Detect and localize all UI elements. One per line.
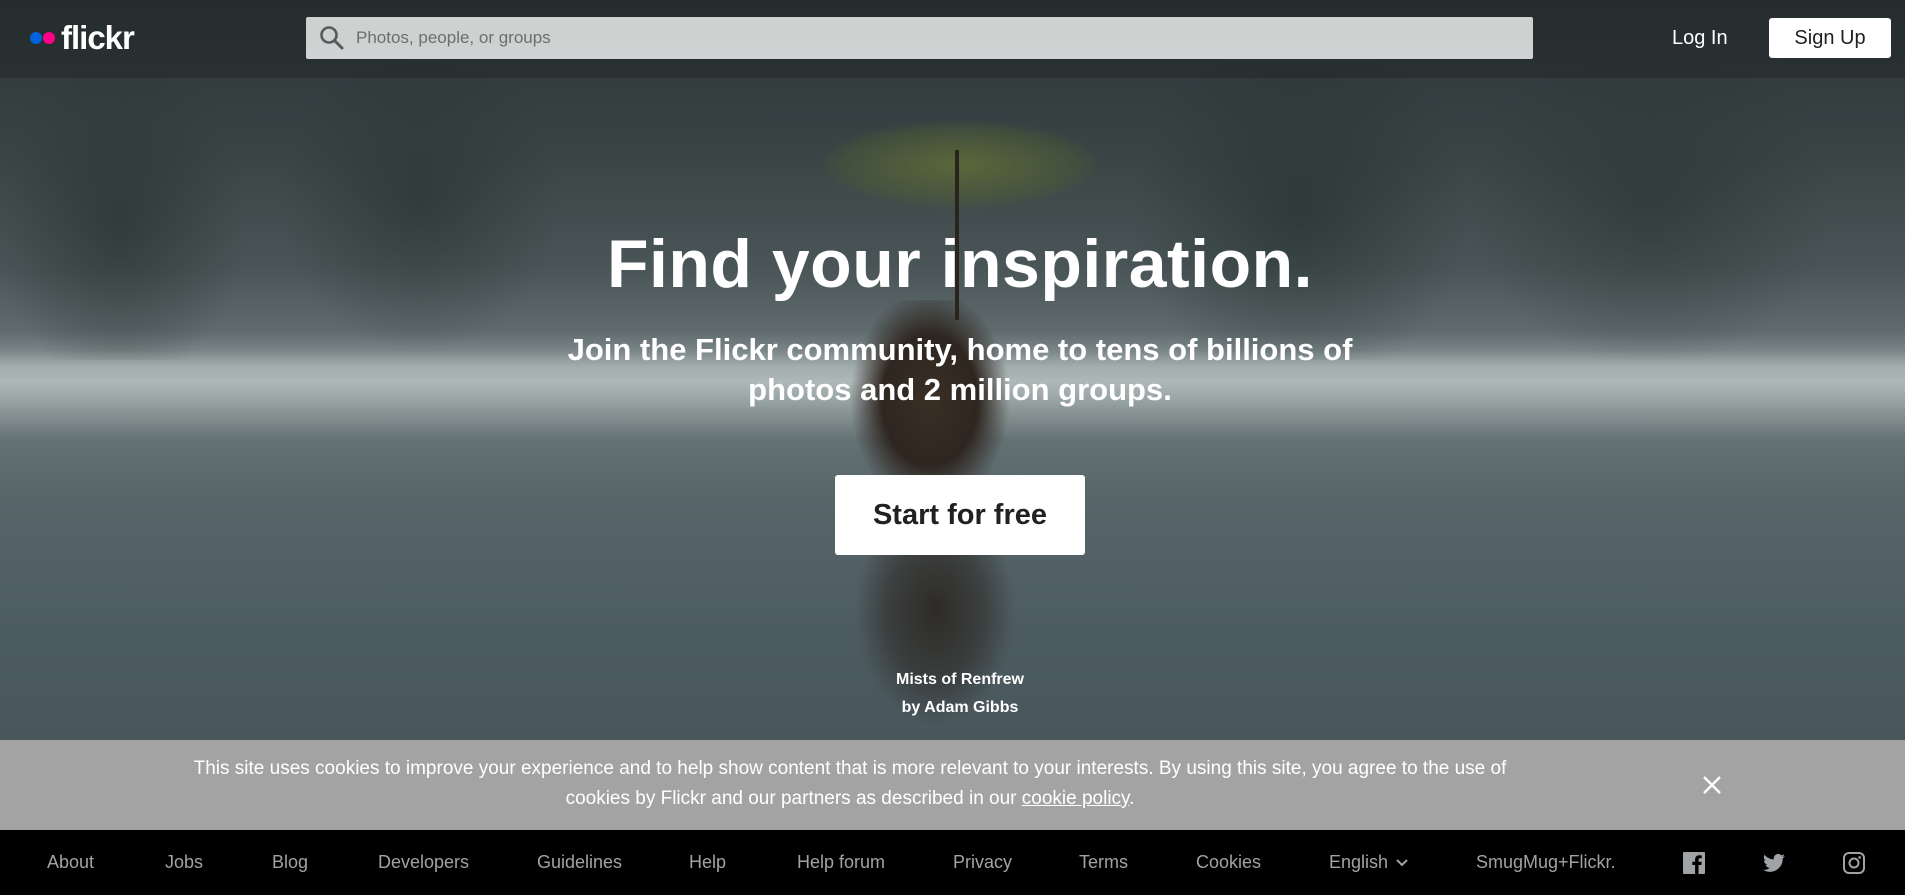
footer-link-developers[interactable]: Developers — [378, 830, 469, 895]
signup-button[interactable]: Sign Up — [1769, 18, 1891, 58]
cookie-policy-link[interactable]: cookie policy — [1022, 788, 1129, 809]
flickr-logo[interactable]: flickr — [30, 18, 135, 58]
chevron-down-icon — [1396, 859, 1408, 867]
cookie-message: This site uses cookies to improve your e… — [190, 754, 1510, 814]
top-nav: flickr Log In Sign Up — [0, 0, 1905, 78]
footer-link-guidelines[interactable]: Guidelines — [537, 830, 622, 895]
close-icon[interactable] — [1700, 773, 1724, 797]
language-label: English — [1329, 852, 1389, 872]
logo-blue-dot — [30, 32, 42, 44]
search-bar[interactable] — [306, 17, 1533, 59]
footer-link-help[interactable]: Help — [689, 830, 726, 895]
footer-link-help-forum[interactable]: Help forum — [797, 830, 885, 895]
footer: About Jobs Blog Developers Guidelines He… — [0, 830, 1905, 895]
cookie-banner: This site uses cookies to improve your e… — [0, 740, 1905, 830]
hero-subtitle: Join the Flickr community, home to tens … — [567, 332, 1353, 407]
cookie-text-end: . — [1129, 788, 1135, 809]
photo-credit[interactable]: Mists of Renfrew by Adam Gibbs — [860, 666, 1060, 722]
language-selector[interactable]: English — [1329, 830, 1409, 895]
footer-link-about[interactable]: About — [47, 830, 94, 895]
footer-link-cookies[interactable]: Cookies — [1196, 830, 1261, 895]
search-input[interactable] — [346, 17, 1533, 59]
footer-link-privacy[interactable]: Privacy — [953, 830, 1012, 895]
footer-link-blog[interactable]: Blog — [272, 830, 308, 895]
start-for-free-button[interactable]: Start for free — [835, 475, 1085, 555]
logo-text: flickr — [61, 19, 135, 56]
login-link[interactable]: Log In — [1672, 22, 1728, 54]
twitter-icon[interactable] — [1762, 851, 1786, 875]
footer-link-smugmug[interactable]: SmugMug+Flickr. — [1476, 830, 1616, 895]
facebook-icon[interactable] — [1682, 851, 1706, 875]
photo-author[interactable]: by Adam Gibbs — [860, 694, 1060, 722]
hero-title: Find your inspiration. — [606, 226, 1314, 302]
footer-link-jobs[interactable]: Jobs — [165, 830, 203, 895]
cookie-text: This site uses cookies to improve your e… — [193, 758, 1507, 809]
photo-title[interactable]: Mists of Renfrew — [860, 666, 1060, 694]
instagram-icon[interactable] — [1842, 851, 1866, 875]
footer-link-terms[interactable]: Terms — [1079, 830, 1128, 895]
logo-pink-dot — [43, 32, 55, 44]
search-icon[interactable] — [318, 24, 346, 52]
